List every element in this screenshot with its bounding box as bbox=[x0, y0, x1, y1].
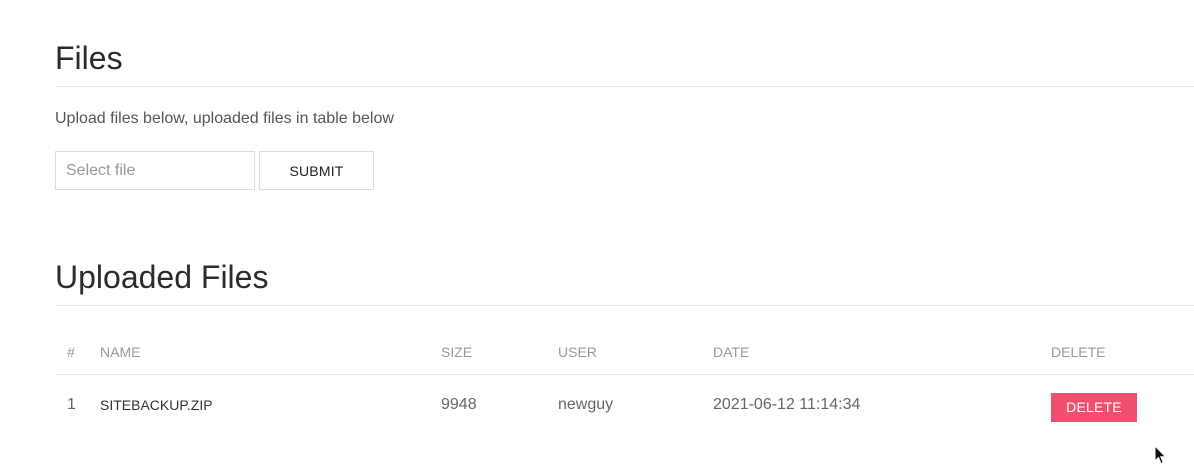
table-header-row: # NAME SIZE USER DATE DELETE bbox=[55, 330, 1194, 375]
uploaded-files-title: Uploaded Files bbox=[55, 259, 269, 295]
row-file-size: 9948 bbox=[441, 396, 477, 413]
header-date: DATE bbox=[713, 330, 1051, 375]
header-delete: DELETE bbox=[1051, 330, 1194, 375]
header-num: # bbox=[55, 330, 100, 375]
files-table-wrapper: # NAME SIZE USER DATE DELETE 1 SITEBACKU… bbox=[55, 330, 1194, 435]
row-file-name: SITEBACKUP.ZIP bbox=[100, 397, 213, 413]
row-user: newguy bbox=[558, 396, 614, 413]
row-num: 1 bbox=[67, 396, 76, 413]
submit-button[interactable]: SUBMIT bbox=[259, 151, 374, 190]
upload-form: SUBMIT bbox=[55, 151, 374, 190]
files-table: # NAME SIZE USER DATE DELETE 1 SITEBACKU… bbox=[55, 330, 1194, 435]
row-date: 2021-06-12 11:14:34 bbox=[713, 396, 861, 413]
header-user: USER bbox=[558, 330, 713, 375]
file-select-input[interactable] bbox=[55, 151, 255, 190]
row-delete-cell: DELETE bbox=[1051, 375, 1194, 436]
header-size: SIZE bbox=[441, 330, 558, 375]
delete-button[interactable]: DELETE bbox=[1051, 392, 1137, 422]
uploaded-divider bbox=[55, 305, 1194, 306]
mouse-pointer-icon bbox=[1154, 445, 1167, 465]
table-row: 1 SITEBACKUP.ZIP 9948 newguy 2021-06-12 … bbox=[55, 375, 1194, 436]
title-divider bbox=[55, 86, 1194, 87]
page-title: Files bbox=[55, 40, 123, 76]
page: Files Upload files below, uploaded files… bbox=[0, 0, 1194, 474]
upload-instructions: Upload files below, uploaded files in ta… bbox=[55, 110, 394, 127]
header-name: NAME bbox=[100, 330, 441, 375]
